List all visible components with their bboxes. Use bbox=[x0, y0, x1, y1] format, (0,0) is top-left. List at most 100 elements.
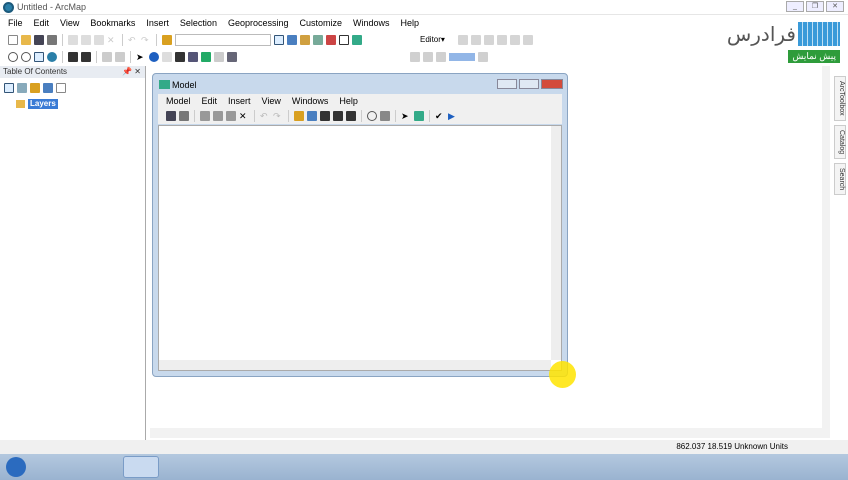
model-menu-help[interactable]: Help bbox=[339, 94, 358, 108]
dock-tab-catalog[interactable]: Catalog bbox=[834, 124, 846, 159]
model-vertical-scrollbar[interactable] bbox=[551, 126, 561, 360]
zoom-in-icon[interactable] bbox=[8, 51, 18, 62]
model-menu-edit[interactable]: Edit bbox=[202, 94, 218, 108]
zoom-extent-icon[interactable] bbox=[333, 111, 343, 121]
cut-icon[interactable] bbox=[200, 111, 210, 121]
model-menu-model[interactable]: Model bbox=[166, 94, 191, 108]
color-dropdown[interactable] bbox=[449, 52, 475, 61]
dock-tab-arctoolbox[interactable]: ArcToolbox bbox=[834, 76, 846, 121]
scale-combo[interactable] bbox=[175, 33, 271, 46]
chrome-taskbar-icon[interactable] bbox=[41, 456, 77, 478]
options-icon[interactable] bbox=[56, 82, 66, 93]
dock-tab-search[interactable]: Search bbox=[834, 162, 846, 195]
redo-icon[interactable]: ↷ bbox=[273, 111, 283, 121]
layout-page-icon[interactable] bbox=[478, 51, 488, 62]
viewer-icon[interactable] bbox=[227, 51, 237, 62]
model-minimize-button[interactable] bbox=[497, 79, 517, 89]
connect-icon[interactable] bbox=[414, 111, 424, 121]
print-icon[interactable] bbox=[47, 34, 57, 45]
start-button[interactable] bbox=[6, 457, 26, 477]
save-icon[interactable] bbox=[166, 111, 176, 121]
add-data-icon[interactable] bbox=[294, 111, 304, 121]
layout-zoom-icon[interactable] bbox=[410, 51, 420, 62]
cut-icon[interactable] bbox=[68, 34, 78, 45]
hyperlink-icon[interactable] bbox=[162, 51, 172, 62]
menu-customize[interactable]: Customize bbox=[300, 16, 343, 30]
python-icon[interactable] bbox=[339, 34, 349, 45]
catalog-icon[interactable] bbox=[300, 34, 310, 45]
editor-dropdown[interactable]: Editor▾ bbox=[420, 35, 445, 44]
attributes-icon[interactable] bbox=[523, 34, 533, 45]
zoom-icon[interactable] bbox=[367, 111, 377, 121]
full-extent-icon[interactable] bbox=[47, 51, 57, 62]
list-by-visibility-icon[interactable] bbox=[30, 82, 40, 93]
model-canvas[interactable] bbox=[158, 125, 562, 371]
list-by-source-icon[interactable] bbox=[17, 82, 27, 93]
model-maximize-button[interactable] bbox=[519, 79, 539, 89]
editor-toolbar-icon[interactable] bbox=[274, 34, 284, 45]
menu-insert[interactable]: Insert bbox=[146, 16, 169, 30]
forward-icon[interactable] bbox=[115, 51, 125, 62]
zoom-out-icon[interactable] bbox=[21, 51, 31, 62]
menu-geoprocessing[interactable]: Geoprocessing bbox=[228, 16, 289, 30]
validate-icon[interactable]: ✔ bbox=[435, 111, 445, 121]
print-icon[interactable] bbox=[179, 111, 189, 121]
video-app-taskbar-icon[interactable] bbox=[82, 456, 118, 478]
model-horizontal-scrollbar[interactable] bbox=[159, 360, 551, 370]
map-horizontal-scrollbar[interactable] bbox=[150, 428, 830, 438]
menu-selection[interactable]: Selection bbox=[180, 16, 217, 30]
layout-pan-icon[interactable] bbox=[423, 51, 433, 62]
menu-help[interactable]: Help bbox=[401, 16, 420, 30]
layout-extent-icon[interactable] bbox=[436, 51, 446, 62]
menu-bookmarks[interactable]: Bookmarks bbox=[90, 16, 135, 30]
back-icon[interactable] bbox=[102, 51, 112, 62]
run-icon[interactable]: ▶ bbox=[448, 111, 458, 121]
fixed-zoom-out-icon[interactable] bbox=[81, 51, 91, 62]
toc-close-icon[interactable]: 📌 ✕ bbox=[122, 66, 141, 78]
minimize-button[interactable]: _ bbox=[786, 1, 804, 12]
model-close-button[interactable] bbox=[541, 79, 563, 89]
select-icon[interactable]: ➤ bbox=[136, 52, 146, 62]
find-icon[interactable] bbox=[175, 51, 185, 62]
full-extent-icon[interactable] bbox=[320, 111, 330, 121]
arctoolbox-icon[interactable] bbox=[326, 34, 336, 45]
map-vertical-scrollbar[interactable] bbox=[822, 66, 830, 428]
close-button[interactable]: ✕ bbox=[826, 1, 844, 12]
model-menu-insert[interactable]: Insert bbox=[228, 94, 251, 108]
edit-tool-icon[interactable] bbox=[458, 34, 468, 45]
arcmap-taskbar-icon[interactable] bbox=[123, 456, 159, 478]
fit-icon[interactable] bbox=[346, 111, 356, 121]
pan-icon[interactable] bbox=[34, 51, 44, 62]
search-window-icon[interactable] bbox=[313, 34, 323, 45]
menu-windows[interactable]: Windows bbox=[353, 16, 390, 30]
menu-file[interactable]: File bbox=[8, 16, 23, 30]
layers-node[interactable]: Layers bbox=[28, 99, 58, 109]
paste-icon[interactable] bbox=[226, 111, 236, 121]
fixed-zoom-in-icon[interactable] bbox=[68, 51, 78, 62]
restore-button[interactable]: ❐ bbox=[806, 1, 824, 12]
paste-icon[interactable] bbox=[94, 34, 104, 45]
undo-icon[interactable]: ↶ bbox=[128, 35, 138, 45]
rotate-icon[interactable] bbox=[510, 34, 520, 45]
copy-icon[interactable] bbox=[213, 111, 223, 121]
goto-xy-icon[interactable] bbox=[201, 51, 211, 62]
new-icon[interactable] bbox=[8, 34, 18, 45]
list-by-selection-icon[interactable] bbox=[43, 82, 53, 93]
save-icon[interactable] bbox=[34, 34, 44, 45]
vertex-icon[interactable] bbox=[484, 34, 494, 45]
open-icon[interactable] bbox=[21, 34, 31, 45]
delete-icon[interactable]: ✕ bbox=[239, 111, 249, 121]
undo-icon[interactable]: ↶ bbox=[260, 111, 270, 121]
menu-edit[interactable]: Edit bbox=[34, 16, 50, 30]
add-data-icon[interactable] bbox=[162, 34, 172, 45]
redo-icon[interactable]: ↷ bbox=[141, 35, 151, 45]
toc-window-icon[interactable] bbox=[287, 34, 297, 45]
pan-icon[interactable] bbox=[380, 111, 390, 121]
list-by-drawing-order-icon[interactable] bbox=[4, 82, 14, 93]
measure-icon[interactable] bbox=[188, 51, 198, 62]
model-menu-view[interactable]: View bbox=[262, 94, 281, 108]
menu-view[interactable]: View bbox=[60, 16, 79, 30]
time-slider-icon[interactable] bbox=[214, 51, 224, 62]
delete-icon[interactable]: ✕ bbox=[107, 35, 117, 45]
copy-icon[interactable] bbox=[81, 34, 91, 45]
